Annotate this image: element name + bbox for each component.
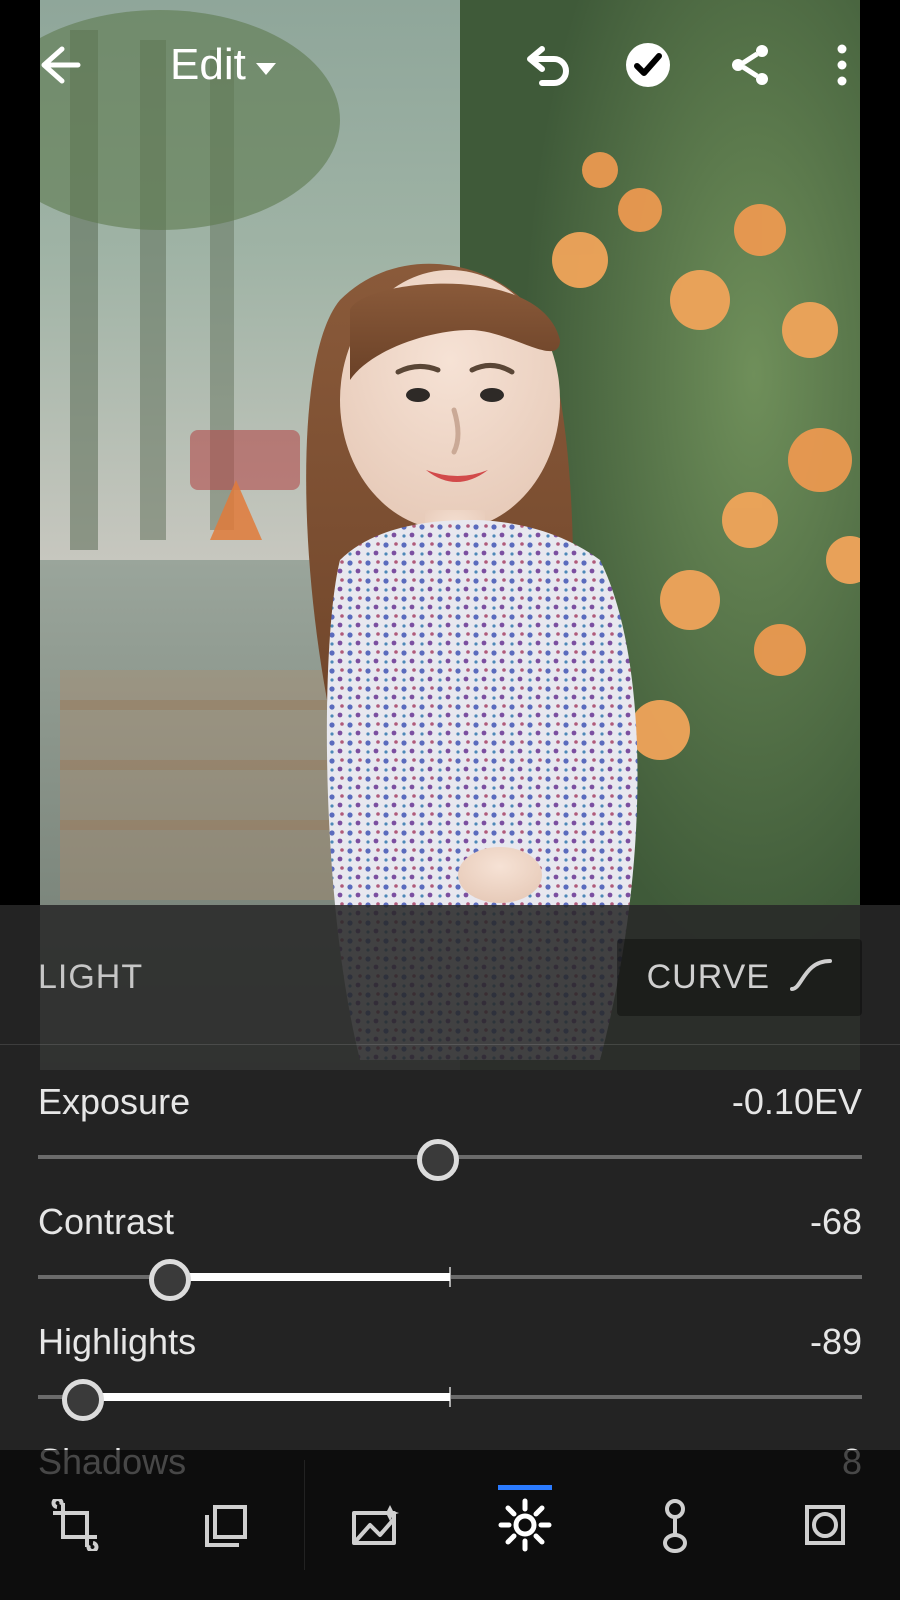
confirm-button[interactable] bbox=[618, 35, 678, 95]
mode-label: Edit bbox=[170, 40, 246, 90]
undo-button[interactable] bbox=[516, 35, 576, 95]
slider-label: Highlights bbox=[38, 1321, 196, 1363]
curve-icon bbox=[790, 957, 832, 998]
top-bar: Edit bbox=[0, 20, 900, 110]
slider-highlights: Highlights -89 bbox=[38, 1303, 862, 1423]
tool-auto[interactable] bbox=[347, 1497, 403, 1553]
bottom-toolbar bbox=[0, 1450, 900, 1600]
tool-crop[interactable] bbox=[47, 1497, 103, 1553]
share-button[interactable] bbox=[720, 35, 780, 95]
slider-value: -68 bbox=[810, 1201, 862, 1243]
slider-track[interactable] bbox=[38, 1257, 862, 1303]
active-indicator bbox=[498, 1485, 552, 1490]
slider-value: -0.10EV bbox=[732, 1081, 862, 1123]
curve-label: CURVE bbox=[647, 958, 770, 997]
panel-header: LIGHT CURVE bbox=[0, 905, 900, 1045]
slider-contrast: Contrast -68 bbox=[38, 1183, 862, 1303]
slider-exposure: Exposure -0.10EV bbox=[38, 1063, 862, 1183]
overflow-menu-button[interactable] bbox=[812, 35, 872, 95]
app-screen: Edit LIGHT CURVE bbox=[0, 0, 900, 1600]
slider-thumb[interactable] bbox=[149, 1259, 191, 1301]
slider-track[interactable] bbox=[38, 1137, 862, 1183]
sliders-list: Exposure -0.10EV Contrast -68 bbox=[0, 1045, 900, 1497]
tool-light[interactable] bbox=[497, 1497, 553, 1553]
tool-presets[interactable] bbox=[197, 1497, 253, 1553]
slider-thumb[interactable] bbox=[62, 1379, 104, 1421]
curve-button[interactable]: CURVE bbox=[617, 939, 862, 1016]
slider-thumb[interactable] bbox=[417, 1139, 459, 1181]
back-button[interactable] bbox=[28, 35, 88, 95]
slider-label: Contrast bbox=[38, 1201, 174, 1243]
chevron-down-icon bbox=[256, 63, 276, 75]
tool-color[interactable] bbox=[647, 1497, 703, 1553]
tool-effects[interactable] bbox=[797, 1497, 853, 1553]
slider-label: Exposure bbox=[38, 1081, 190, 1123]
slider-track[interactable] bbox=[38, 1377, 862, 1423]
light-panel: LIGHT CURVE Exposure -0.10EV bbox=[0, 905, 900, 1450]
mode-selector[interactable]: Edit bbox=[170, 40, 276, 90]
panel-title: LIGHT bbox=[38, 958, 143, 997]
slider-value: -89 bbox=[810, 1321, 862, 1363]
